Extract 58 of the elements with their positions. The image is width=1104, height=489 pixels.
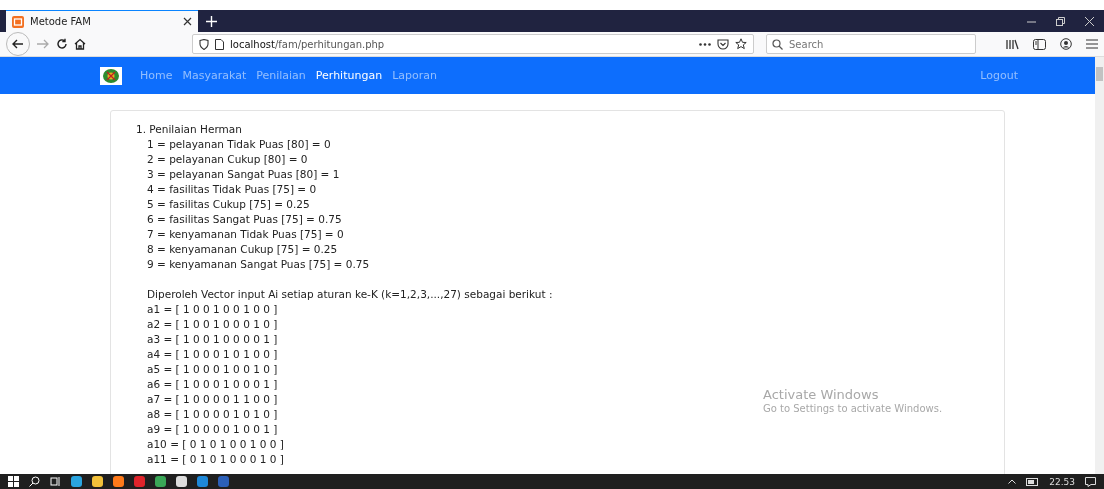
browser-tab[interactable]: Metode FAM (6, 10, 198, 32)
vector-line: a9 = [ 1 0 0 0 0 1 0 0 1 ] (147, 422, 278, 437)
favicon-icon (12, 15, 24, 28)
battery-icon[interactable] (1026, 477, 1040, 486)
nav-link[interactable]: Masyarakat (182, 69, 247, 82)
activation-hint: Go to Settings to activate Windows. (763, 403, 943, 414)
address-field[interactable]: localhost/fam/perhitungan.php (192, 34, 754, 54)
shield-icon[interactable] (199, 38, 209, 50)
library-icon[interactable] (1006, 38, 1019, 50)
chevron-up-icon[interactable] (1008, 479, 1017, 484)
reload-icon[interactable] (56, 38, 68, 50)
vector-intro: Diperoleh Vector input Ai setiap aturan ke-K (k=1,2,3,...,27) sebagai berikut : (147, 287, 553, 302)
membership-line: 8 = kenyamanan Cukup [75] = 0.25 (147, 242, 338, 257)
membership-line: 9 = kenyamanan Sangat Puas [75] = 0.75 (147, 257, 370, 272)
membership-line: 5 = fasilitas Cukup [75] = 0.25 (147, 197, 310, 212)
membership-line: 3 = pelayanan Sangat Puas [80] = 1 (147, 167, 340, 182)
vector-line: a5 = [ 1 0 0 0 1 0 0 1 0 ] (147, 362, 278, 377)
pocket-icon[interactable] (717, 38, 729, 50)
star-icon[interactable] (735, 38, 747, 50)
emblem-icon (100, 66, 122, 85)
scrollbar[interactable] (1095, 57, 1104, 474)
more-icon[interactable] (699, 42, 711, 46)
task-view-icon[interactable] (50, 476, 61, 487)
membership-line: 4 = fasilitas Tidak Puas [75] = 0 (147, 182, 317, 197)
close-icon[interactable] (183, 17, 192, 26)
vector-line: a3 = [ 1 0 0 1 0 0 0 0 1 ] (147, 332, 278, 347)
new-tab-icon[interactable] (206, 15, 217, 27)
sidebar-icon[interactable] (1033, 38, 1046, 50)
vector-line: a8 = [ 1 0 0 0 0 1 0 1 0 ] (147, 407, 278, 422)
membership-line: 7 = kenyamanan Tidak Puas [75] = 0 (147, 227, 344, 242)
vector-line: a2 = [ 1 0 0 1 0 0 0 1 0 ] (147, 317, 278, 332)
vector-line: a4 = [ 1 0 0 0 1 0 1 0 0 ] (147, 347, 278, 362)
search-icon (772, 38, 783, 50)
nav-link[interactable]: Perhitungan (315, 69, 383, 82)
home-icon[interactable] (74, 38, 86, 50)
notification-icon[interactable] (1085, 476, 1096, 487)
logout-link[interactable]: Logout (980, 69, 1018, 82)
vector-line: a10 = [ 0 1 0 1 0 0 1 0 0 ] (147, 437, 284, 452)
nav-link[interactable]: Penilaian (256, 69, 306, 82)
clock[interactable]: 22.53 (1049, 476, 1075, 487)
search-field[interactable]: Search (766, 34, 976, 54)
account-icon[interactable] (1060, 38, 1072, 50)
vector-line: a7 = [ 1 0 0 0 0 1 1 0 0 ] (147, 392, 278, 407)
vector-line: a6 = [ 1 0 0 0 1 0 0 0 1 ] (147, 377, 278, 392)
nav-link[interactable]: Home (140, 69, 173, 82)
vector-line: a1 = [ 1 0 0 1 0 0 1 0 0 ] (147, 302, 278, 317)
nav-link[interactable]: Laporan (392, 69, 437, 82)
section-heading: 1. Penilaian Herman (136, 122, 243, 137)
membership-line: 1 = pelayanan Tidak Puas [80] = 0 (147, 137, 331, 152)
windows-icon[interactable] (8, 476, 19, 487)
page-icon (215, 38, 224, 50)
menu-icon[interactable] (1086, 39, 1098, 49)
vector-line: a11 = [ 0 1 0 1 0 0 0 1 0 ] (147, 452, 284, 467)
membership-line: 6 = fasilitas Sangat Puas [75] = 0.75 (147, 212, 342, 227)
activation-title: Activate Windows (763, 387, 880, 403)
search-icon[interactable] (29, 476, 40, 487)
membership-line: 2 = pelayanan Cukup [80] = 0 (147, 152, 308, 167)
restore-icon[interactable] (1056, 16, 1065, 26)
